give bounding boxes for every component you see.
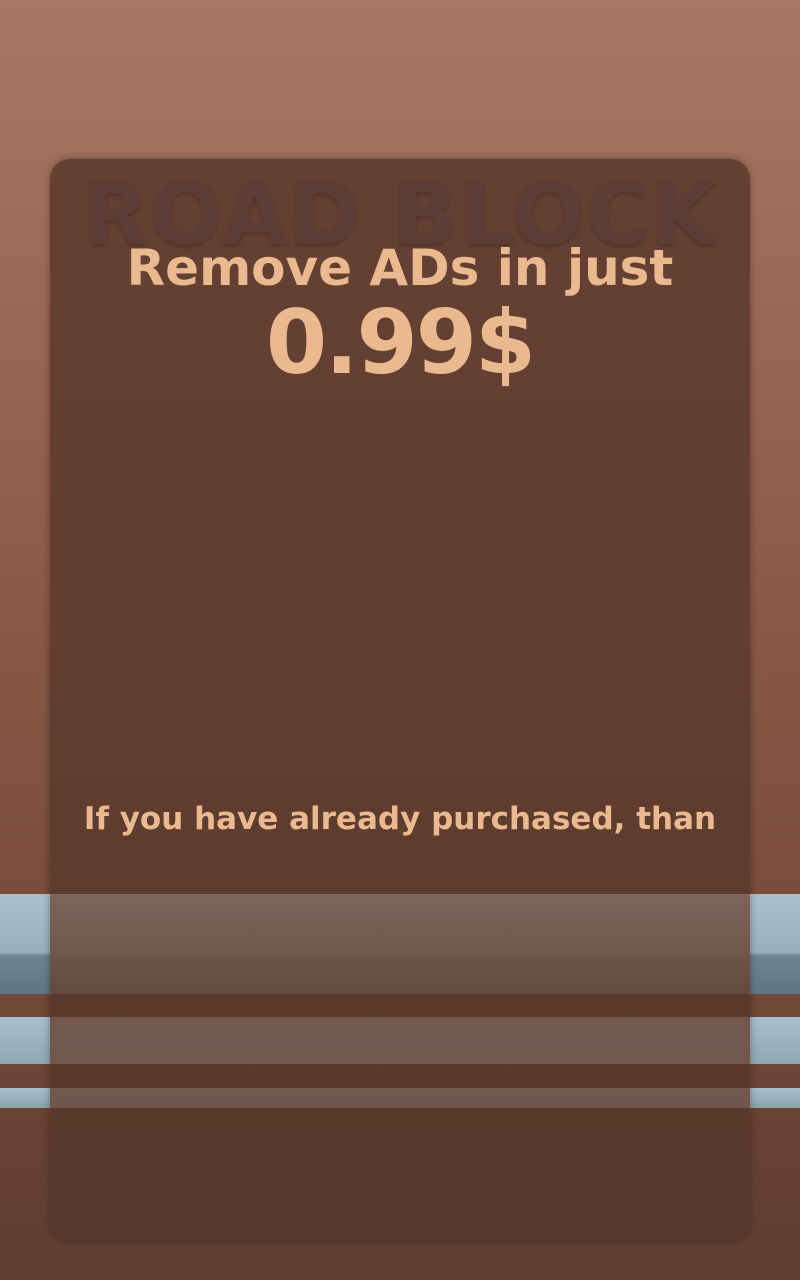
panel-band-top [50,894,750,994]
panel-band-bottom [50,1088,750,1108]
panel-band-middle [50,1017,750,1064]
remove-ads-dialog: ROAD BLOCK Remove ADs in just 0.99$ If y… [50,159,750,1241]
remove-ads-headline: Remove ADs in just [126,239,674,297]
already-purchased-note: If you have already purchased, than [83,801,717,837]
price-label[interactable]: 0.99$ [50,299,750,387]
